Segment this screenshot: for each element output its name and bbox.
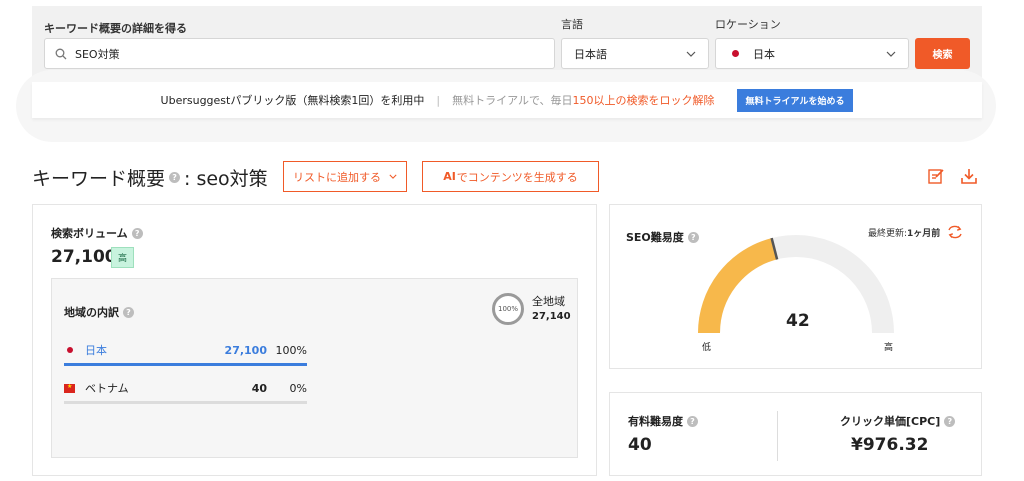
page-title: キーワード概要 bbox=[32, 167, 166, 190]
search-volume-label: 検索ボリューム bbox=[51, 227, 128, 240]
region-total: 100% 全地域 27,140 bbox=[492, 293, 571, 325]
region-bar bbox=[64, 401, 307, 404]
banner-muted-text: 無料トライアルで、毎日 bbox=[452, 94, 573, 107]
chevron-down-icon bbox=[686, 51, 696, 57]
edit-icon[interactable] bbox=[927, 167, 945, 185]
help-icon[interactable]: ? bbox=[687, 415, 698, 427]
cpc-value: ¥976.32 bbox=[851, 435, 929, 455]
region-bar bbox=[64, 363, 307, 366]
banner-text: Ubersuggestパブリック版（無料検索1回）を利用中 bbox=[160, 94, 425, 107]
seo-difficulty-gauge bbox=[698, 235, 894, 334]
ai-label: AI bbox=[443, 170, 456, 183]
region-breakdown-title: 地域の内訳 bbox=[64, 306, 119, 319]
banner-wrapper: Ubersuggestパブリック版（無料検索1回）を利用中 | 無料トライアルで… bbox=[16, 70, 996, 142]
language-select[interactable]: 日本語 bbox=[561, 38, 709, 69]
keyword-input[interactable]: SEO対策 bbox=[44, 38, 555, 69]
banner-separator: | bbox=[436, 93, 441, 107]
gauge-high-label: 高 bbox=[884, 343, 894, 353]
ai-button-label: でコンテンツを生成する bbox=[456, 170, 578, 184]
seo-difficulty-score: 42 bbox=[786, 311, 810, 331]
keyword-title: : seo対策 bbox=[184, 167, 268, 190]
volume-level-badge: 高 bbox=[111, 247, 134, 268]
help-icon[interactable]: ? bbox=[169, 171, 181, 183]
region-volume: 40 bbox=[251, 381, 267, 395]
chevron-down-icon bbox=[886, 51, 896, 57]
region-row-vietnam[interactable]: ベトナム 40 0% bbox=[64, 380, 307, 404]
language-value: 日本語 bbox=[574, 47, 607, 61]
start-trial-button[interactable]: 無料トライアルを始める bbox=[736, 88, 854, 112]
add-to-list-button[interactable]: リストに追加する bbox=[283, 161, 407, 192]
total-value: 27,140 bbox=[532, 311, 571, 322]
region-name: ベトナム bbox=[85, 382, 129, 395]
vietnam-flag-icon bbox=[64, 383, 75, 393]
gauge-fill bbox=[698, 238, 778, 334]
total-label: 全地域 bbox=[532, 295, 565, 308]
location-select[interactable]: 日本 bbox=[715, 38, 909, 69]
search-volume-value: 27,100 bbox=[51, 247, 117, 267]
chevron-down-icon bbox=[389, 174, 397, 179]
banner-highlight-text: 150以上の検索をロック解除 bbox=[572, 94, 715, 107]
ai-generate-content-button[interactable]: AI でコンテンツを生成する bbox=[422, 161, 599, 192]
region-breakdown: 地域の内訳 ? 100% 全地域 27,140 日本 27,100 100% ベ… bbox=[51, 278, 578, 458]
region-volume: 27,100 bbox=[224, 343, 267, 357]
region-name: 日本 bbox=[85, 344, 107, 357]
search-panel: キーワード概要の詳細を得る 言語 ロケーション SEO対策 日本語 日本 検索 bbox=[32, 6, 982, 78]
region-percent: 100% bbox=[275, 343, 307, 357]
paid-difficulty-card: 有料難易度 ? 40 クリック単価[CPC] ? ¥976.32 bbox=[609, 392, 982, 476]
help-icon[interactable]: ? bbox=[131, 227, 143, 239]
paid-difficulty-label: 有料難易度 bbox=[628, 415, 683, 428]
keyword-label: キーワード概要の詳細を得る bbox=[44, 22, 187, 35]
search-volume-card: 検索ボリューム ? 27,100 高 地域の内訳 ? 100% 全地域 27,1… bbox=[32, 204, 597, 476]
japan-flag-icon bbox=[66, 347, 73, 353]
region-row-japan[interactable]: 日本 27,100 100% bbox=[64, 342, 307, 366]
region-percent: 0% bbox=[289, 381, 307, 395]
gauge-low-label: 低 bbox=[702, 343, 712, 353]
page-title-row: キーワード概要 ? : seo対策 bbox=[32, 162, 268, 192]
region-bar-fill bbox=[64, 363, 307, 366]
search-button[interactable]: 検索 bbox=[915, 38, 970, 69]
add-to-list-label: リストに追加する bbox=[293, 170, 381, 184]
keyword-input-value: SEO対策 bbox=[75, 47, 120, 61]
help-icon[interactable]: ? bbox=[944, 415, 956, 427]
total-percent-ring: 100% bbox=[492, 293, 524, 325]
location-label: ロケーション bbox=[715, 18, 781, 31]
japan-flag-icon bbox=[732, 50, 739, 57]
download-icon[interactable] bbox=[960, 167, 978, 185]
search-icon bbox=[55, 48, 67, 59]
seo-difficulty-card: SEO難易度 ? 最終更新: 1ヶ月前 42 低 高 bbox=[609, 204, 982, 369]
location-value: 日本 bbox=[753, 47, 775, 61]
cpc-label: クリック単価[CPC] bbox=[840, 415, 941, 428]
language-label: 言語 bbox=[561, 18, 583, 31]
trial-banner: Ubersuggestパブリック版（無料検索1回）を利用中 | 無料トライアルで… bbox=[32, 82, 982, 118]
help-icon[interactable]: ? bbox=[123, 306, 134, 318]
divider bbox=[777, 411, 778, 461]
paid-difficulty-value: 40 bbox=[628, 435, 652, 455]
